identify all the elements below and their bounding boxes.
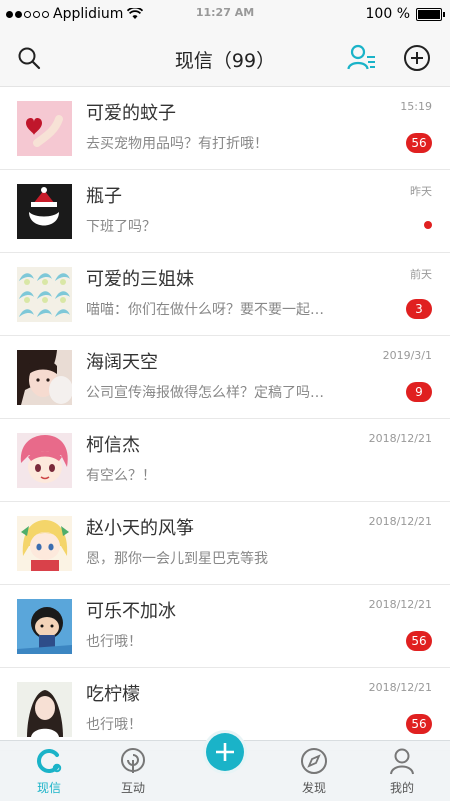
contact-name: 赵小天的风筝 (86, 518, 194, 539)
message-time: 2019/3/1 (382, 349, 432, 362)
message-preview: 恩，那你一会儿到星巴克等我 (86, 551, 268, 567)
page-title: 现信（99） (174, 50, 276, 72)
avatar (17, 350, 72, 405)
tab-label: 我的 (389, 781, 414, 795)
status-right: 100 % (365, 6, 445, 22)
message-preview: 喵喵：你们在做什么呀？要不要一起… (86, 302, 324, 318)
battery-icon (416, 7, 445, 21)
avatar (17, 267, 72, 322)
message-time: 前天 (410, 268, 432, 281)
tab-profile[interactable]: 我的 (367, 741, 437, 801)
conversation-row[interactable]: 柯信杰 有空么？！ 2018/12/21 (0, 419, 450, 502)
message-preview: 去买宠物用品吗？有打折哦！ (86, 136, 268, 152)
message-time: 2018/12/21 (368, 432, 432, 445)
avatar (17, 433, 72, 488)
conversation-row[interactable]: 可爱的蚊子 去买宠物用品吗？有打折哦！ 15:19 56 (0, 87, 450, 170)
unread-badge: 56 (406, 714, 432, 734)
contact-name: 瓶子 (86, 186, 122, 207)
tab-label: 发现 (301, 781, 326, 795)
conversation-row[interactable]: 瓶子 下班了吗？ 昨天 (0, 170, 450, 253)
nav-bar: 现信（99） (0, 30, 450, 87)
message-time: 2018/12/21 (368, 515, 432, 528)
tab-label: 现信 (36, 781, 61, 795)
contacts-icon (347, 44, 375, 70)
message-preview: 有空么？！ (86, 468, 156, 484)
status-bar: Applidium 11:27 AM 100 % (0, 0, 450, 30)
message-time: 昨天 (410, 185, 432, 198)
unread-badge: 56 (406, 133, 432, 153)
unread-badge: 56 (406, 631, 432, 651)
avatar (17, 101, 72, 156)
avatar (17, 516, 72, 571)
unread-badge: 3 (406, 299, 432, 319)
conversation-row[interactable]: 海阔天空 公司宣传海报做得怎么样？定稿了吗… 2019/3/1 9 (0, 336, 450, 419)
contact-name: 吃柠檬 (86, 684, 140, 705)
conversation-list: 可爱的蚊子 去买宠物用品吗？有打折哦！ 15:19 56 瓶子 下班了吗？ 昨天 (0, 87, 450, 751)
contact-name: 可爱的三姐妹 (86, 269, 194, 290)
tab-chat[interactable]: 现信 (14, 741, 84, 801)
battery-label: 100 % (365, 6, 410, 22)
contact-name: 可爱的蚊子 (86, 103, 176, 124)
avatar (17, 682, 72, 737)
message-preview: 也行哦！ (86, 634, 142, 650)
tab-interact[interactable]: 互动 (98, 741, 168, 801)
message-preview: 下班了吗？ (86, 219, 156, 235)
conversation-row[interactable]: 可乐不加冰 也行哦！ 2018/12/21 56 (0, 585, 450, 668)
tab-label: 互动 (120, 781, 145, 795)
message-time: 2018/12/21 (368, 598, 432, 611)
contact-name: 柯信杰 (86, 435, 140, 456)
contact-name: 海阔天空 (86, 352, 158, 373)
contacts-button[interactable] (347, 43, 377, 73)
add-button[interactable] (402, 43, 432, 73)
message-time: 2018/12/21 (368, 681, 432, 694)
profile-icon (390, 748, 414, 775)
message-time: 15:19 (400, 100, 432, 113)
avatar (17, 599, 72, 654)
message-preview: 公司宣传海报做得怎么样？定稿了吗… (86, 385, 324, 401)
contact-name: 可乐不加冰 (86, 601, 176, 622)
compass-icon (301, 748, 327, 774)
tab-discover[interactable]: 发现 (279, 741, 349, 801)
conversation-row[interactable]: 赵小天的风筝 恩，那你一会儿到星巴克等我 2018/12/21 (0, 502, 450, 585)
plus-circle-icon (404, 45, 430, 71)
message-preview: 也行哦！ (86, 717, 142, 733)
interact-icon (121, 748, 145, 773)
unread-dot (424, 221, 432, 229)
compose-button[interactable] (206, 733, 244, 771)
conversation-row[interactable]: 可爱的三姐妹 喵喵：你们在做什么呀？要不要一起… 前天 3 (0, 253, 450, 336)
unread-badge: 9 (406, 382, 432, 402)
plus-icon (216, 743, 234, 761)
chat-bubble-icon (37, 749, 62, 773)
avatar (17, 184, 72, 239)
